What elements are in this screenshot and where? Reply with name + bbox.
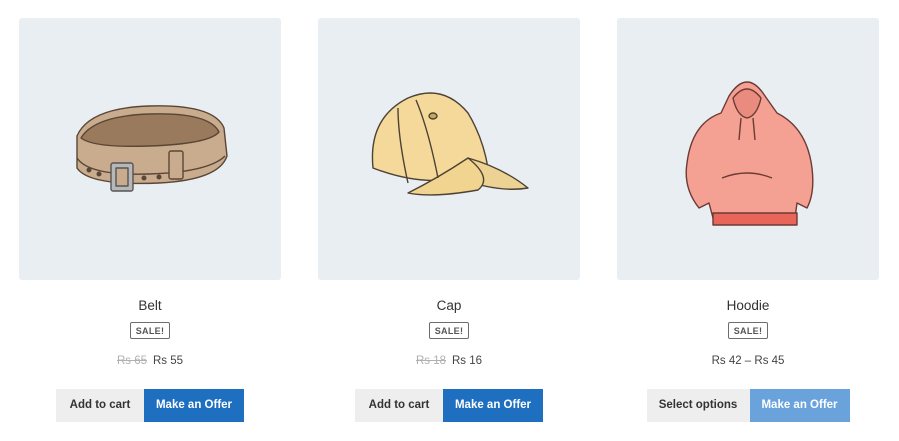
product-actions: Select options Make an Offer <box>617 389 879 422</box>
product-title[interactable]: Cap <box>318 298 580 313</box>
make-offer-button[interactable]: Make an Offer <box>749 389 850 422</box>
product-image-hoodie[interactable] <box>617 18 879 280</box>
product-card-belt: Belt SALE! Rs 65 Rs 55 Add to cart Make an… <box>19 18 281 428</box>
product-card-hoodie: Hoodie SALE! Rs 42 – Rs 45 Select option… <box>617 18 879 428</box>
product-price: Rs 18 Rs 16 <box>318 355 580 367</box>
product-price: Rs 42 – Rs 45 <box>617 355 879 367</box>
product-grid: Belt SALE! Rs 65 Rs 55 Add to cart Make an… <box>19 18 879 428</box>
sale-price: Rs 55 <box>153 355 184 367</box>
hoodie-illustration <box>685 81 814 226</box>
cap-illustration <box>371 92 529 196</box>
product-actions: Add to cart Make an Offer <box>19 389 281 422</box>
add-to-cart-button[interactable]: Add to cart <box>355 389 443 422</box>
product-image-cap[interactable] <box>318 18 580 280</box>
original-price: Rs 18 <box>415 355 446 367</box>
sale-badge: SALE! <box>129 322 171 339</box>
product-title[interactable]: Hoodie <box>617 298 879 313</box>
product-price: Rs 65 Rs 55 <box>19 355 281 367</box>
belt-illustration <box>76 105 228 192</box>
make-offer-button[interactable]: Make an Offer <box>144 389 244 422</box>
product-title[interactable]: Belt <box>19 298 281 313</box>
add-to-cart-button[interactable]: Add to cart <box>56 389 144 422</box>
select-options-button[interactable]: Select options <box>646 389 750 422</box>
sale-price: Rs 16 <box>452 355 483 367</box>
original-price: Rs 65 <box>116 355 147 367</box>
product-image-belt[interactable] <box>19 18 281 280</box>
product-actions: Add to cart Make an Offer <box>318 389 580 422</box>
sale-badge: SALE! <box>428 322 470 339</box>
product-card-cap: Cap SALE! Rs 18 Rs 16 Add to cart Make an … <box>318 18 580 428</box>
price-range: Rs 42 – Rs 45 <box>711 355 785 367</box>
sale-badge: SALE! <box>727 322 769 339</box>
make-offer-button[interactable]: Make an Offer <box>443 389 543 422</box>
